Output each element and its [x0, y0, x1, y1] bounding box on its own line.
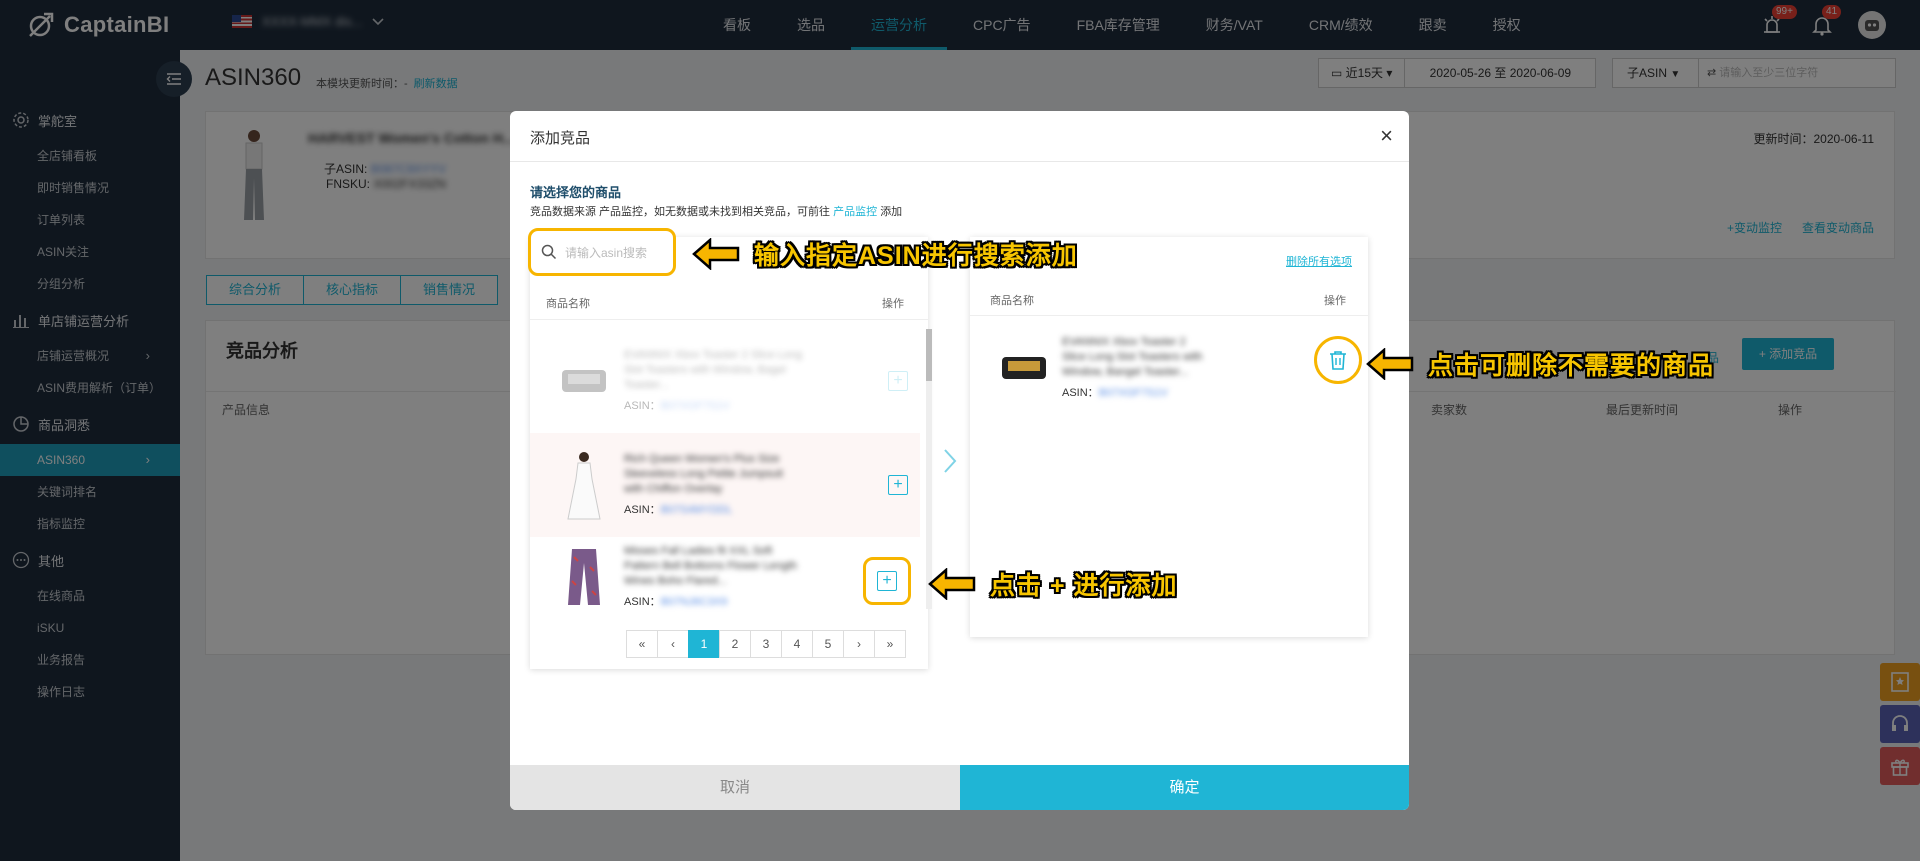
- asin-label: ASIN：: [1062, 387, 1099, 399]
- asin-value: B07S4MYDDL: [660, 504, 733, 516]
- page-2[interactable]: 2: [719, 630, 751, 658]
- dress-image: [560, 452, 608, 520]
- divider: [970, 315, 1368, 316]
- product-asin: ASIN：B07S4MYDDL: [624, 503, 804, 518]
- page-next[interactable]: ›: [843, 630, 875, 658]
- page-prev[interactable]: ‹: [657, 630, 689, 658]
- callout-add-text: 点击 + 进行添加: [990, 572, 1178, 600]
- page-4[interactable]: 4: [781, 630, 813, 658]
- product-title: EVANNIX Xbox Toaster 2 Slice Long Slot T…: [1062, 336, 1203, 378]
- product-asin: ASIN：B07XGF7S1V: [1062, 386, 1212, 401]
- right-header-name: 商品名称: [990, 295, 1034, 307]
- page-first[interactable]: «: [626, 630, 658, 658]
- list-item: Rich Queen Women's Plus Size Sleeveless …: [530, 433, 920, 537]
- cancel-button[interactable]: 取消: [510, 765, 960, 810]
- arrow-left-icon: [692, 238, 740, 270]
- page-last[interactable]: »: [874, 630, 906, 658]
- asin-value: B07XGF7S1V: [660, 400, 730, 412]
- product-asin: ASIN：B07NJ6C3X9: [624, 595, 804, 610]
- product-monitor-link[interactable]: 产品监控: [833, 206, 877, 218]
- divider: [510, 161, 1409, 162]
- confirm-button[interactable]: 确定: [960, 765, 1409, 810]
- note-prefix: 竞品数据来源 产品监控，如无数据或未找到相关竞品，可前往: [530, 206, 831, 218]
- add-competitor-dialog: 添加竞品 × 请选择您的商品 竞品数据来源 产品监控，如无数据或未找到相关竞品，…: [510, 111, 1409, 810]
- note-suffix: 添加: [880, 206, 903, 218]
- product-title: Rich Queen Women's Plus Size Sleeveless …: [624, 453, 783, 495]
- add-icon[interactable]: +: [888, 475, 908, 495]
- left-header-name: 商品名称: [546, 298, 590, 310]
- pagination: « ‹ 1 2 3 4 5 › »: [626, 630, 906, 658]
- asin-label: ASIN：: [624, 400, 661, 412]
- left-header-op: 操作: [882, 298, 904, 310]
- selected-item: EVANNIX Xbox Toaster 2 Slice Long Slot T…: [970, 323, 1368, 413]
- asin-search-input[interactable]: 请输入asin搜索: [528, 228, 676, 276]
- search-placeholder: 请输入asin搜索: [565, 245, 648, 260]
- asin-label: ASIN：: [624, 596, 661, 608]
- close-icon[interactable]: ×: [1380, 123, 1393, 149]
- product-title: EVANNIX Xbox Toaster 2 Slice Long Slot T…: [624, 349, 803, 391]
- select-products-label: 请选择您的商品: [530, 185, 622, 200]
- arrow-left-icon: [1366, 348, 1414, 380]
- product-title: Misses Fall Ladies fit XXL Soft Pattern …: [624, 545, 798, 587]
- add-icon[interactable]: +: [877, 571, 897, 591]
- toaster-image: [560, 351, 608, 411]
- divider: [530, 319, 928, 320]
- transfer-arrow-icon: [942, 447, 958, 478]
- toaster-image: [1000, 353, 1048, 383]
- source-note: 竞品数据来源 产品监控，如无数据或未找到相关竞品，可前往 产品监控 添加: [530, 203, 902, 219]
- pants-image: [560, 547, 608, 607]
- callout-add: 点击 + 进行添加: [928, 566, 1178, 602]
- highlight-add: +: [863, 557, 911, 605]
- list-item: EVANNIX Xbox Toaster 2 Slice Long Slot T…: [530, 329, 920, 433]
- page-1[interactable]: 1: [688, 630, 720, 658]
- add-icon: +: [888, 371, 908, 391]
- asin-label: ASIN：: [624, 504, 661, 516]
- right-header-op: 操作: [1324, 295, 1346, 307]
- page-3[interactable]: 3: [750, 630, 782, 658]
- callout-search-text: 输入指定ASIN进行搜索添加: [754, 242, 1078, 270]
- asin-value: B07NJ6C3X9: [660, 596, 728, 608]
- delete-all-link[interactable]: 删除所有选项: [1286, 253, 1352, 269]
- list-item: Misses Fall Ladies fit XXL Soft Pattern …: [530, 537, 920, 617]
- product-asin: ASIN：B07XGF7S1V: [624, 399, 804, 414]
- arrow-left-icon: [928, 568, 976, 600]
- highlight-delete: [1314, 336, 1362, 384]
- page-5[interactable]: 5: [812, 630, 844, 658]
- scrollbar-thumb[interactable]: [926, 329, 932, 381]
- callout-delete-text: 点击可删除不需要的商品: [1428, 352, 1715, 380]
- search-icon: [541, 244, 557, 260]
- asin-value: B07XGF7S1V: [1098, 387, 1168, 399]
- dialog-title: 添加竞品: [530, 130, 591, 147]
- callout-delete: 点击可删除不需要的商品: [1366, 346, 1714, 382]
- callout-search: 输入指定ASIN进行搜索添加: [692, 236, 1078, 272]
- trash-icon[interactable]: [1329, 350, 1347, 370]
